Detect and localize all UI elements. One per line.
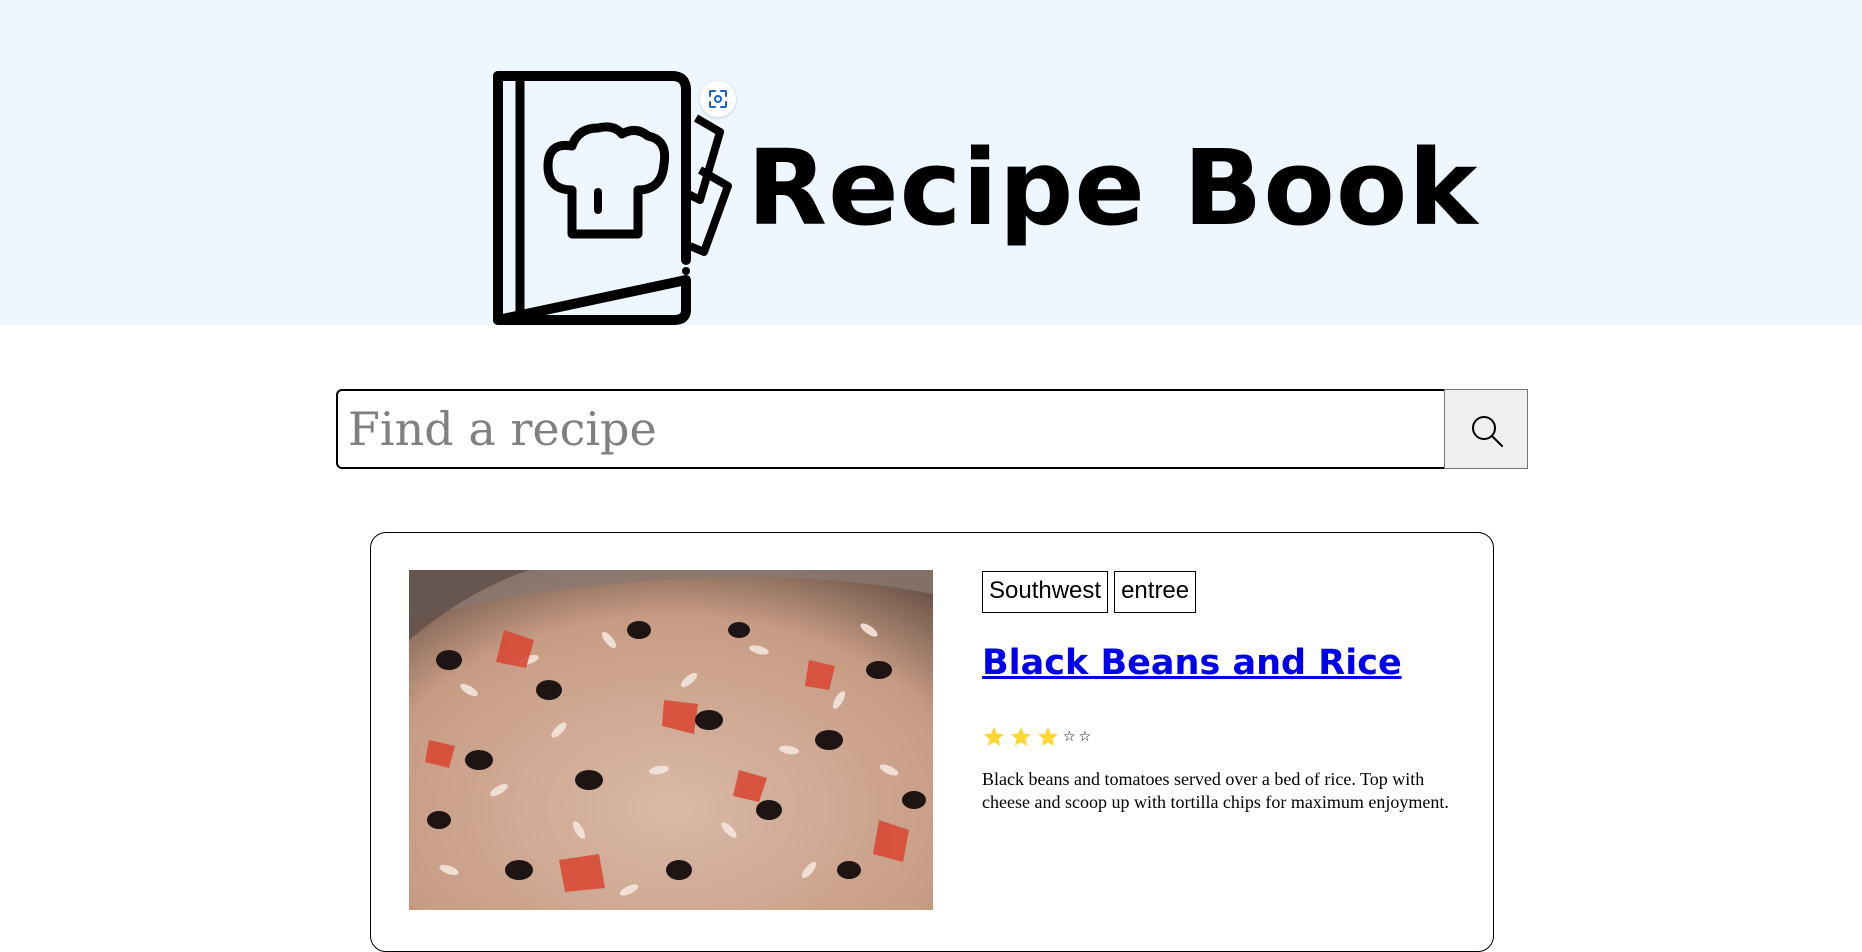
star-filled-icon xyxy=(1011,727,1031,746)
search-button[interactable] xyxy=(1444,389,1528,469)
star-filled-icon xyxy=(1038,727,1058,746)
star-filled-icon xyxy=(984,727,1004,746)
visual-search-icon xyxy=(709,90,727,108)
recipe-title-link[interactable]: Black Beans and Rice xyxy=(982,643,1402,683)
tag-southwest[interactable]: Southwest xyxy=(982,571,1109,613)
search-input[interactable] xyxy=(336,389,1446,469)
black-beans-and-rice-photo xyxy=(409,570,933,910)
recipe-tags: Southwest entree xyxy=(982,571,1197,613)
tag-entree[interactable]: entree xyxy=(1114,571,1197,613)
recipe-rating: ☆ ☆ xyxy=(982,725,1091,749)
search-bar xyxy=(336,389,1528,469)
recipe-card[interactable]: Southwest entree Black Beans and Rice ☆ … xyxy=(370,532,1494,952)
recipe-image[interactable] xyxy=(409,570,933,910)
search-icon xyxy=(1472,416,1503,447)
site-header: Recipe Book xyxy=(0,0,1862,325)
recipe-description: Black beans and tomatoes served over a b… xyxy=(982,769,1449,812)
site-title: Recipe Book xyxy=(747,127,1479,249)
star-empty-icon: ☆ xyxy=(1078,729,1092,745)
visual-search-badge[interactable] xyxy=(700,81,736,117)
star-empty-icon: ☆ xyxy=(1063,729,1076,745)
